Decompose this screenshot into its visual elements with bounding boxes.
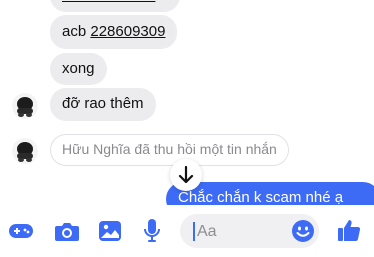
message-bubble-rao[interactable]: đỡ rao thêm: [50, 88, 156, 121]
avatar-icon: [12, 93, 38, 119]
gamepad-icon: [9, 224, 33, 238]
message-text: đỡ rao thêm: [62, 95, 144, 112]
message-input[interactable]: Aa: [180, 214, 319, 248]
photo-icon: [98, 221, 121, 241]
scroll-to-bottom-button[interactable]: [170, 159, 202, 191]
recalled-message-text: Hữu Nghĩa đã thu hồi một tin nhắn: [62, 141, 277, 157]
account-number-link[interactable]: 228609309: [90, 23, 165, 40]
emoji-icon: [292, 220, 314, 242]
avatar[interactable]: [12, 93, 38, 119]
avatar-icon: [12, 138, 38, 164]
arrow-down-icon: [178, 166, 194, 184]
outgoing-message-text: Chắc chắn k scam nhé ạ: [178, 189, 344, 206]
message-text-partial: 0003003003: [62, 0, 155, 5]
text-caret: [193, 222, 195, 241]
microphone-button[interactable]: [141, 217, 163, 245]
avatar[interactable]: [12, 138, 38, 164]
message-text-account-prefix: acb: [62, 23, 91, 40]
message-bubble-partial[interactable]: 0003003003: [50, 0, 180, 12]
message-bubble-xong[interactable]: xong: [50, 53, 107, 85]
composer-bar: Aa: [0, 205, 374, 257]
message-input-placeholder: Aa: [197, 223, 217, 240]
message-text: xong: [62, 60, 95, 77]
camera-button[interactable]: [54, 219, 80, 243]
emoji-button[interactable]: [291, 219, 315, 243]
like-button[interactable]: [336, 217, 362, 243]
message-bubble-account[interactable]: acb 228609309: [50, 15, 178, 49]
camera-icon: [55, 223, 79, 241]
recalled-message-notice: Hữu Nghĩa đã thu hồi một tin nhắn: [50, 134, 289, 166]
thumbs-up-icon: [338, 220, 361, 242]
photo-button[interactable]: [97, 219, 122, 243]
games-button[interactable]: [8, 220, 34, 242]
microphone-icon: [144, 219, 160, 242]
